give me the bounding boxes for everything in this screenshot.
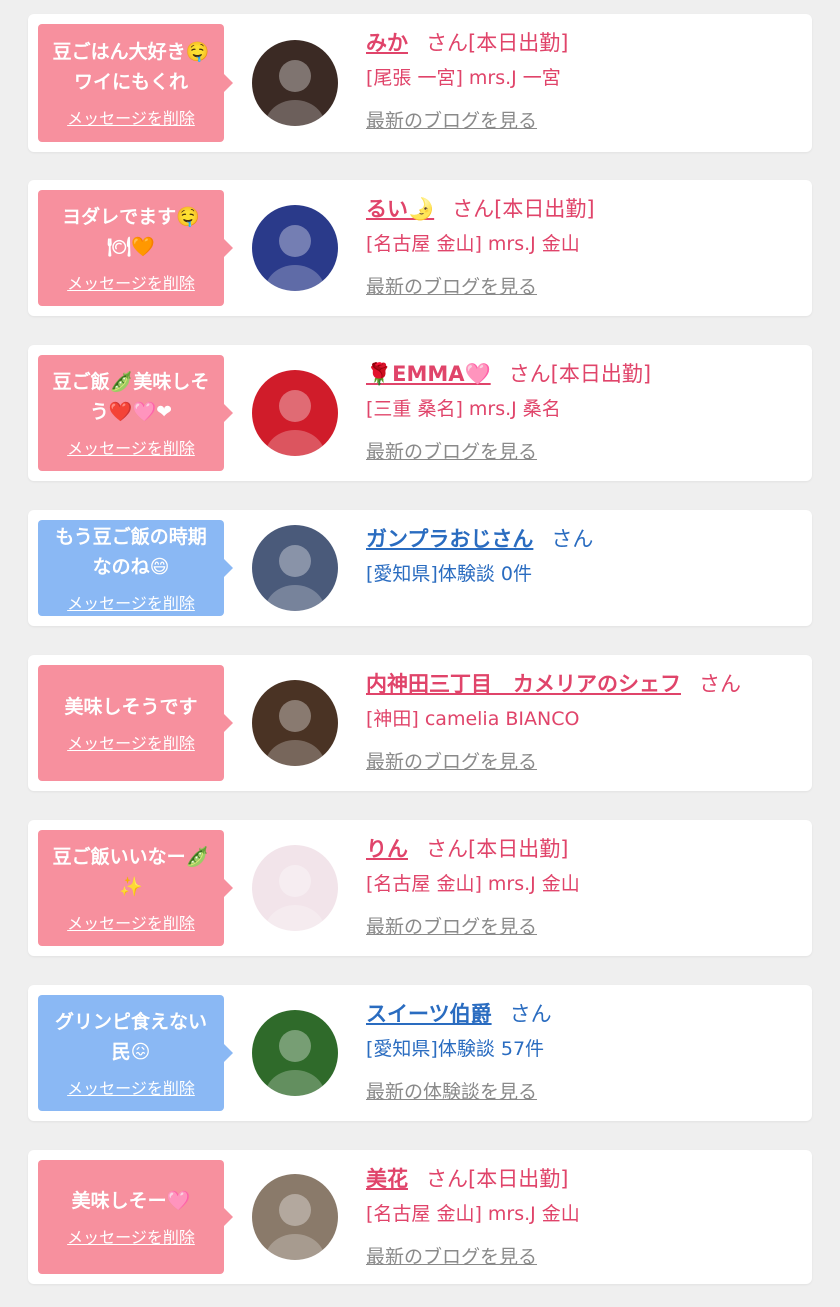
delete-message-link[interactable]: メッセージを削除 — [67, 270, 195, 294]
message-bubble: 美味しそー🩷 メッセージを削除 — [38, 1160, 233, 1274]
latest-post-link[interactable]: 最新のブログを見る — [366, 749, 537, 775]
avatar-image — [252, 205, 338, 291]
avatar-image — [252, 1010, 338, 1096]
message-text: 豆ご飯🫛美味しそ う❤️🩷❤ — [52, 371, 210, 423]
sender-info: りん さん[本日出勤] [名古屋 金山] mrs.J 金山 最新のブログを見る — [366, 834, 802, 940]
avatar[interactable] — [252, 1010, 338, 1096]
latest-post-link[interactable]: 最新のブログを見る — [366, 1244, 537, 1270]
shop-info: [尾張 一宮] mrs.J 一宮 — [366, 67, 561, 89]
message-bubble: グリンピ食えない 民😖 メッセージを削除 — [38, 995, 233, 1111]
latest-post-link[interactable]: 最新のブログを見る — [366, 439, 537, 465]
sender-info: みか さん[本日出勤] [尾張 一宮] mrs.J 一宮 最新のブログを見る — [366, 28, 802, 134]
message-card: 豆ご飯いいなー🫛 ✨ メッセージを削除 りん さん[本日出勤] [名古屋 金山] … — [28, 820, 812, 956]
avatar-image — [252, 525, 338, 611]
avatar-image — [252, 680, 338, 766]
sender-name-link[interactable]: ガンプラおじさん — [366, 527, 533, 551]
avatar-image — [252, 845, 338, 931]
message-bubble: 豆ご飯🫛美味しそ う❤️🩷❤ メッセージを削除 — [38, 355, 233, 471]
delete-message-link[interactable]: メッセージを削除 — [67, 910, 195, 934]
avatar[interactable] — [252, 680, 338, 766]
delete-message-link[interactable]: メッセージを削除 — [67, 1224, 195, 1248]
delete-message-link[interactable]: メッセージを削除 — [67, 730, 195, 754]
message-card: 豆ご飯🫛美味しそ う❤️🩷❤ メッセージを削除 🌹EMMA🩷 さん[本日出勤] [… — [28, 345, 812, 481]
sender-name-link[interactable]: るい🌛 — [366, 197, 434, 221]
shop-info: [三重 桑名] mrs.J 桑名 — [366, 398, 561, 420]
shop-info: [名古屋 金山] mrs.J 金山 — [366, 233, 580, 255]
avatar[interactable] — [252, 205, 338, 291]
sender-status: さん[本日出勤] — [452, 197, 595, 221]
message-bubble: もう豆ご飯の時期 なのね😄 メッセージを削除 — [38, 520, 233, 616]
sender-name-link[interactable]: りん — [366, 837, 408, 861]
avatar[interactable] — [252, 525, 338, 611]
message-bubble: 豆ごはん大好き🤤 ワイにもくれ メッセージを削除 — [38, 24, 233, 142]
delete-message-link[interactable]: メッセージを削除 — [67, 590, 195, 614]
message-card: ヨダレでます🤤 🍽🧡 メッセージを削除 るい🌛 さん[本日出勤] [名古屋 金山]… — [28, 180, 812, 316]
delete-message-link[interactable]: メッセージを削除 — [67, 105, 195, 129]
sender-name-link[interactable]: スイーツ伯爵 — [366, 1002, 492, 1026]
sender-status: さん[本日出勤] — [508, 362, 652, 386]
sender-status: さん[本日出勤] — [426, 1167, 569, 1191]
sender-info: 美花 さん[本日出勤] [名古屋 金山] mrs.J 金山 最新のブログを見る — [366, 1164, 802, 1270]
message-bubble: 豆ご飯いいなー🫛 ✨ メッセージを削除 — [38, 830, 233, 946]
message-bubble: 美味しそうです メッセージを削除 — [38, 665, 233, 781]
shop-info: [愛知県]体験談 57件 — [366, 1038, 545, 1060]
message-card: 美味しそうです メッセージを削除 内神田三丁目 カメリアのシェフ さん [神田] … — [28, 655, 812, 791]
sender-status: さん[本日出勤] — [426, 837, 569, 861]
sender-status: さん[本日出勤] — [426, 31, 569, 55]
sender-info: 🌹EMMA🩷 さん[本日出勤] [三重 桑名] mrs.J 桑名 最新のブログを見… — [366, 359, 802, 465]
sender-info: 内神田三丁目 カメリアのシェフ さん [神田] camelia BIANCO 最新… — [366, 669, 802, 775]
sender-info: スイーツ伯爵 さん [愛知県]体験談 57件 最新の体験談を見る — [366, 999, 802, 1105]
sender-info: るい🌛 さん[本日出勤] [名古屋 金山] mrs.J 金山 最新のブログを見る — [366, 194, 802, 300]
delete-message-link[interactable]: メッセージを削除 — [67, 435, 195, 459]
avatar-image — [252, 1174, 338, 1260]
avatar[interactable] — [252, 845, 338, 931]
message-card: グリンピ食えない 民😖 メッセージを削除 スイーツ伯爵 さん [愛知県]体験談 5… — [28, 985, 812, 1121]
message-text: 豆ごはん大好き🤤 ワイにもくれ — [52, 41, 210, 93]
avatar[interactable] — [252, 370, 338, 456]
message-list: 豆ごはん大好き🤤 ワイにもくれ メッセージを削除 みか さん[本日出勤] [尾張 … — [0, 0, 840, 1307]
avatar[interactable] — [252, 40, 338, 126]
sender-status: さん — [509, 1002, 552, 1026]
sender-status: さん — [551, 527, 594, 551]
latest-review-link[interactable]: 最新の体験談を見る — [366, 1079, 537, 1105]
shop-info: [名古屋 金山] mrs.J 金山 — [366, 1203, 580, 1225]
avatar-image — [252, 370, 338, 456]
sender-name-link[interactable]: みか — [366, 31, 408, 55]
message-text: もう豆ご飯の時期 なのね😄 — [55, 526, 207, 578]
message-card: 豆ごはん大好き🤤 ワイにもくれ メッセージを削除 みか さん[本日出勤] [尾張 … — [28, 14, 812, 152]
avatar[interactable] — [252, 1174, 338, 1260]
message-text: 美味しそー🩷 — [71, 1190, 191, 1212]
avatar-image — [252, 40, 338, 126]
message-text: 豆ご飯いいなー🫛 ✨ — [52, 846, 210, 898]
message-text: ヨダレでます🤤 🍽🧡 — [62, 206, 200, 258]
latest-post-link[interactable]: 最新のブログを見る — [366, 914, 537, 940]
sender-name-link[interactable]: 内神田三丁目 カメリアのシェフ — [366, 672, 681, 696]
message-card: もう豆ご飯の時期 なのね😄 メッセージを削除 ガンプラおじさん さん [愛知県]体… — [28, 510, 812, 626]
shop-info: [名古屋 金山] mrs.J 金山 — [366, 873, 580, 895]
message-text: グリンピ食えない 民😖 — [54, 1011, 207, 1063]
sender-info: ガンプラおじさん さん [愛知県]体験談 0件 — [366, 524, 802, 588]
message-card: 美味しそー🩷 メッセージを削除 美花 さん[本日出勤] [名古屋 金山] mrs.… — [28, 1150, 812, 1284]
shop-info: [愛知県]体験談 0件 — [366, 563, 532, 585]
sender-name-link[interactable]: 美花 — [366, 1167, 408, 1191]
delete-message-link[interactable]: メッセージを削除 — [67, 1075, 195, 1099]
message-bubble: ヨダレでます🤤 🍽🧡 メッセージを削除 — [38, 190, 233, 306]
shop-info: [神田] camelia BIANCO — [366, 708, 580, 730]
sender-status: さん — [699, 672, 741, 696]
sender-name-link[interactable]: 🌹EMMA🩷 — [366, 362, 491, 386]
latest-post-link[interactable]: 最新のブログを見る — [366, 274, 537, 300]
message-text: 美味しそうです — [64, 696, 198, 718]
latest-post-link[interactable]: 最新のブログを見る — [366, 108, 537, 134]
